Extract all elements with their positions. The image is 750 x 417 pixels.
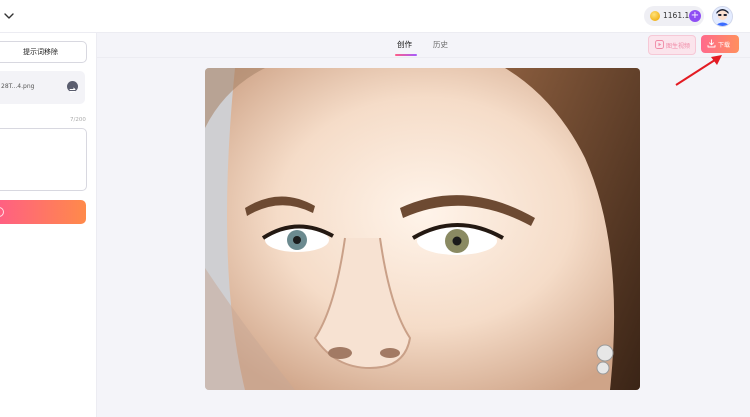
replace-image-icon[interactable] <box>67 81 78 94</box>
download-label: 下载 <box>718 42 731 49</box>
coin-icon <box>650 11 660 21</box>
add-coins-button[interactable]: + <box>689 10 701 22</box>
active-tab-indicator <box>395 54 417 56</box>
left-panel: 提示词移除 28T...4.png 7/200 <box>0 33 97 417</box>
avatar-icon <box>713 7 732 26</box>
main-header: 创作 历史 图生视频 下载 <box>97 33 750 58</box>
file-name: 28T...4.png <box>1 83 35 90</box>
remove-prompt-button[interactable]: 提示词移除 <box>0 41 87 63</box>
coin-balance: 1161.1 <box>663 11 690 20</box>
video-icon <box>655 40 664 49</box>
uploaded-file-card: 28T...4.png <box>0 71 85 104</box>
coin-balance-badge[interactable]: 1161.1 + <box>644 6 704 26</box>
generated-image <box>205 68 640 390</box>
tab-create[interactable]: 创作 <box>397 39 412 50</box>
annotation-arrow-icon <box>675 55 722 86</box>
tab-history[interactable]: 历史 <box>433 39 448 50</box>
avatar[interactable] <box>712 6 733 27</box>
image-to-video-label: 图生视频 <box>666 43 691 50</box>
portrait-image <box>205 68 640 390</box>
download-icon <box>707 39 716 48</box>
generate-button[interactable] <box>0 200 86 224</box>
generate-icon <box>0 207 4 217</box>
top-bar: 1161.1 + <box>0 0 750 33</box>
prompt-char-count: 7/200 <box>70 117 86 123</box>
chevron-down-icon[interactable] <box>2 9 16 23</box>
prompt-textarea[interactable] <box>0 128 87 191</box>
